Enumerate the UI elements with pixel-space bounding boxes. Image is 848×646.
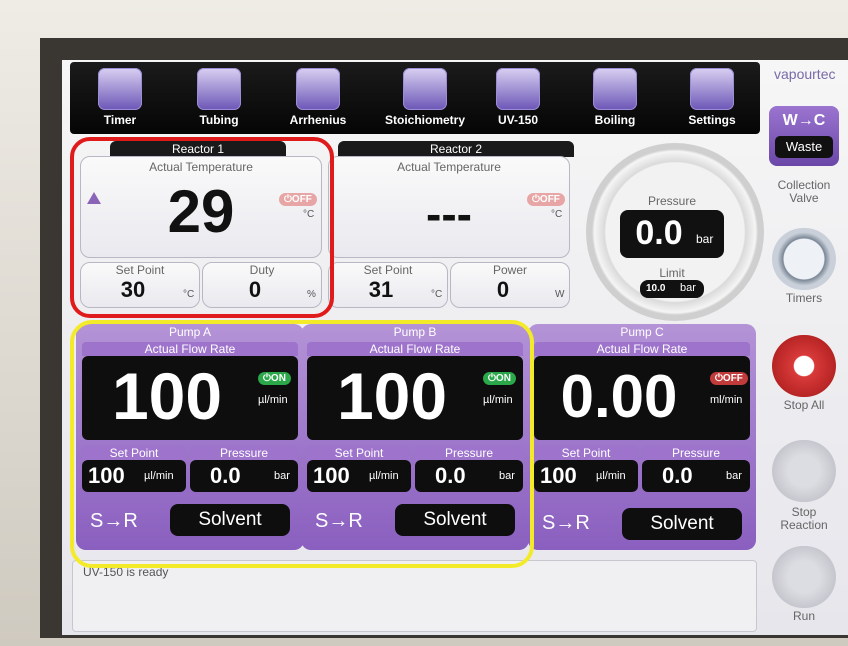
settings-gear-icon	[690, 68, 734, 110]
pressure-label: Pressure	[647, 194, 697, 208]
timers-label: Timers	[785, 291, 823, 305]
reactor2-setpoint-unit: °C	[431, 289, 443, 300]
brand-logo: vapourtec	[774, 66, 836, 82]
stoichiometry-icon	[403, 68, 447, 110]
limit-value: 10.0	[646, 283, 666, 294]
stop-all-label: Stop All	[783, 398, 825, 412]
reactor2-power-unit: W	[555, 289, 565, 300]
arrhenius-label: Arrhenius	[289, 113, 347, 127]
run-label: Run	[792, 609, 815, 623]
stoichiometry-tool[interactable]: Stoichiometry	[370, 66, 480, 132]
reactor2-setpoint-label: Set Point	[363, 263, 413, 277]
limit-display[interactable]: 10.0 bar	[640, 280, 704, 298]
stop-reaction-label: Stop Reaction	[780, 505, 828, 532]
reactor2-status-text: OFF	[539, 194, 560, 205]
reactor2-power-value: 0	[496, 277, 510, 302]
tubing-icon	[197, 68, 241, 110]
boiling-icon	[593, 68, 637, 110]
settings-label: Settings	[688, 113, 736, 127]
pump-c-title: Pump C	[620, 325, 664, 339]
reactor2-power-label: Power	[492, 263, 527, 277]
pump-c-afr-label: Actual Flow Rate	[534, 342, 750, 356]
reactor2-title: Reactor 2	[338, 141, 574, 157]
reactor2-power: Power 0 W	[450, 262, 570, 308]
boiling-tool[interactable]: Boiling	[570, 66, 660, 132]
pumps-highlight-box	[70, 320, 534, 568]
top-toolbar: Timer Tubing Arrhenius Stoichiometry UV-…	[70, 62, 760, 134]
pump-c-solvent-button[interactable]: Solvent	[622, 508, 742, 540]
pump-c-off-badge[interactable]: ⏻OFF	[710, 372, 748, 385]
limit-unit: bar	[680, 282, 696, 294]
pump-c-pr-unit: bar	[726, 470, 742, 482]
pressure-unit: bar	[696, 232, 714, 246]
tubing-label: Tubing	[199, 113, 239, 127]
pump-c-panel: Pump C Actual Flow Rate 0.00 ⏻OFF ml/min…	[528, 324, 756, 550]
pump-c-sp-label: Set Point	[534, 446, 638, 460]
pump-c-pr-value: 0.0	[662, 463, 693, 488]
collection-valve-label: Collection Valve	[777, 178, 831, 205]
boiling-label: Boiling	[594, 113, 636, 127]
reactor2-off-badge[interactable]: ⏻OFF	[527, 193, 565, 206]
status-bar: UV-150 is ready	[72, 560, 757, 632]
arrhenius-icon	[296, 68, 340, 110]
timer-label: Timer	[103, 113, 137, 127]
timer-icon	[98, 68, 142, 110]
pump-c-flow-value: 0.00	[560, 363, 678, 430]
uv150-label: UV-150	[497, 113, 539, 127]
reactor2-actual-label: Actual Temperature	[397, 160, 501, 174]
pump-c-status-text: OFF	[722, 373, 743, 384]
settings-tool[interactable]: Settings	[667, 66, 757, 132]
pump-c-setpoint[interactable]: 100 µl/min	[534, 460, 638, 492]
reactor2-unit: °C	[551, 209, 563, 220]
reactor2-temperature-value: ---	[426, 188, 472, 240]
reactor2-setpoint[interactable]: Set Point 31 °C	[328, 262, 448, 308]
uv150-tool[interactable]: UV-150	[473, 66, 563, 132]
reactor2-setpoint-value: 31	[368, 277, 394, 302]
arrhenius-tool[interactable]: Arrhenius	[273, 66, 363, 132]
stop-reaction-button[interactable]	[772, 440, 836, 502]
pressure-value: 0.0	[635, 214, 683, 252]
timers-stopwatch-icon[interactable]	[772, 228, 836, 290]
pump-c-flow-display[interactable]: 0.00 ⏻OFF ml/min	[534, 356, 750, 440]
stoichiometry-label: Stoichiometry	[384, 113, 465, 127]
pump-c-route[interactable]: S→R	[542, 512, 590, 535]
pump-c-sp-unit: µl/min	[596, 470, 626, 482]
pump-c-sp-value: 100	[540, 463, 577, 488]
pressure-display: 0.0 bar	[620, 210, 724, 258]
pump-c-flow-unit: ml/min	[710, 394, 743, 406]
pump-c-pressure: 0.0 bar	[642, 460, 750, 492]
reactor2-temperature-card[interactable]: Actual Temperature --- ⏻OFF °C	[328, 156, 570, 258]
tubing-tool[interactable]: Tubing	[174, 66, 264, 132]
reactor1-highlight-box	[70, 137, 334, 318]
limit-label: Limit	[659, 266, 685, 280]
timer-tool[interactable]: Timer	[75, 66, 165, 132]
run-button[interactable]	[772, 546, 836, 608]
stop-all-button[interactable]	[772, 335, 836, 397]
valve-state: Waste	[775, 136, 833, 158]
valve-direction: W→C	[782, 112, 826, 129]
uv150-icon	[496, 68, 540, 110]
pump-c-pr-label: Pressure	[642, 446, 750, 460]
collection-valve-button[interactable]: W→C Waste	[769, 106, 839, 166]
